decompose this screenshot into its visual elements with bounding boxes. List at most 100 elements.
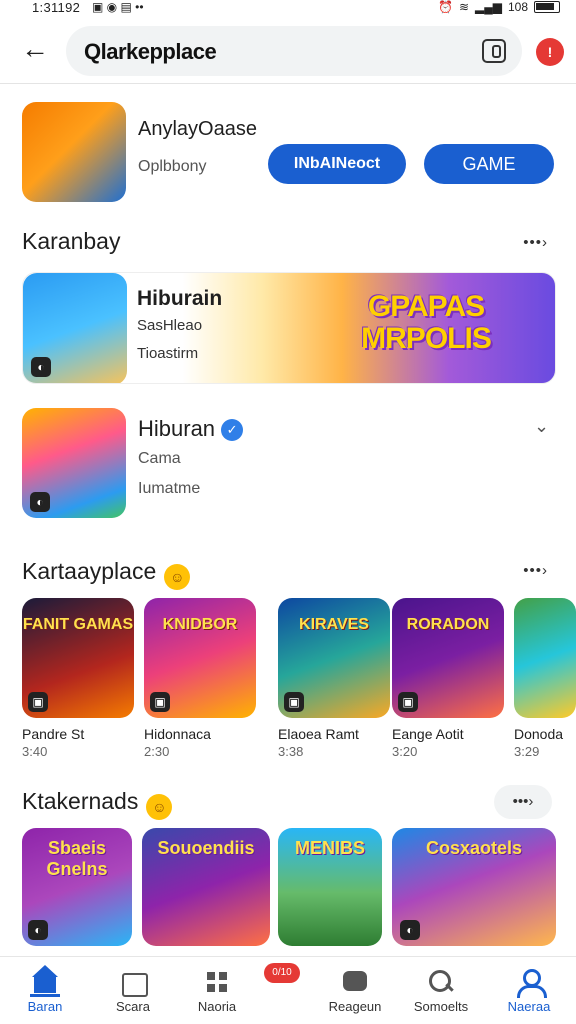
game-art[interactable]: KIRAVES ▣ — [278, 598, 390, 718]
section-2-more-button[interactable]: •••› — [523, 562, 548, 579]
banner-badge-icon: ◐ — [31, 357, 51, 377]
chat-icon — [340, 967, 370, 997]
nav-item-apps[interactable]: Naoria — [172, 963, 262, 1014]
banner-logo: GPAPAS MRPOLIS — [341, 291, 511, 355]
game-name: Eange Aotit — [392, 726, 464, 742]
nav-item-profile[interactable]: Naeraa — [484, 963, 574, 1014]
status-notification-icons: ▣ ◉ ▤ •• — [92, 0, 144, 14]
signal-icon: ▂▄▆ — [475, 0, 502, 14]
section-title-2: Kartaayplace ☺ — [22, 558, 191, 590]
game-art[interactable]: FANIT GAMAS ▣ — [22, 598, 134, 718]
game-card-2[interactable]: MENIBS — [278, 828, 382, 946]
game-art-title: Sbaeis Gnelns — [46, 838, 108, 879]
game-card[interactable]: KIRAVES ▣ Elaoea Ramt 3:38 — [278, 598, 390, 759]
search-input[interactable]: Qlarkepplace — [66, 26, 522, 76]
nav-item-search[interactable]: Somoelts — [396, 963, 486, 1014]
game-card-2[interactable]: Souoendiis — [142, 828, 270, 946]
featured-app-subtitle: Oplbbony — [138, 158, 207, 175]
app-badge-icon: ◐ — [30, 492, 50, 512]
game-button[interactable]: GAME — [424, 144, 554, 184]
store-icon — [118, 967, 148, 997]
wifi-icon: ≋ — [458, 0, 469, 14]
game-meta: 3:20 — [392, 744, 418, 759]
game-card[interactable]: FANIT GAMAS ▣ Pandre St 3:40 — [22, 598, 134, 759]
nav-label: Naoria — [197, 999, 237, 1014]
game-card[interactable]: Donoda 3:29 — [514, 598, 576, 759]
battery-level: 108 — [507, 0, 528, 14]
section-title-2-text: Kartaayplace — [22, 558, 157, 584]
battery-icon — [534, 1, 560, 13]
game-art-title: KIRAVES — [299, 616, 369, 633]
game-meta: 3:40 — [22, 744, 48, 759]
games-row: FANIT GAMAS ▣ Pandre St 3:40 KNIDBOR ▣ H… — [0, 598, 576, 768]
status-right: ⏰ ≋ ▂▄▆ 108 — [438, 0, 560, 14]
nav-label: Scara — [116, 999, 150, 1014]
game-badge-icon: ▣ — [150, 692, 170, 712]
notification-icon[interactable]: ! — [536, 38, 564, 66]
nav-label: Reageun — [328, 999, 382, 1014]
game-meta: 3:29 — [514, 744, 540, 759]
game-badge-icon: ▣ — [398, 692, 418, 712]
app-category: Cama — [138, 450, 181, 467]
banner-caption: Tioastirm — [137, 345, 199, 362]
game-card-2[interactable]: Sbaeis Gnelns ◐ — [22, 828, 132, 946]
game-badge-icon: ▣ — [284, 692, 304, 712]
profile-icon — [514, 967, 547, 998]
install-button[interactable]: INbAINeoct — [268, 144, 406, 184]
game-art-title: Souoendiis — [157, 838, 255, 858]
nav-item-home[interactable]: Baran — [0, 963, 90, 1014]
game-name: Elaoea Ramt — [278, 726, 359, 742]
section-title-3: Ktakernads ☺ — [22, 788, 173, 820]
game-art[interactable]: KNIDBOR ▣ — [144, 598, 256, 718]
verified-icon: ✓ — [221, 419, 244, 441]
app-title: Hiburan ✓ — [138, 416, 244, 442]
nav-label: Somoelts — [413, 999, 469, 1014]
game-name: Donoda — [514, 726, 564, 742]
game-card-2[interactable]: Cosxaotels ◐ — [392, 828, 556, 946]
promo-banner[interactable]: ◐ Hiburain SasHleao Tioastirm GPAPAS MRP… — [22, 272, 556, 384]
section-3-more-button[interactable]: •••› — [494, 785, 552, 819]
game-art-title: KNIDBOR — [162, 616, 238, 633]
bottom-navigation: Baran Scara Naoria 0/10 Reageun Somoelts… — [0, 956, 576, 1024]
nav-item-messages[interactable]: Reageun — [310, 963, 400, 1014]
game-art-title: RORADON — [406, 616, 490, 633]
game-name: Hidonnaca — [144, 726, 211, 742]
home-icon — [30, 965, 60, 997]
game-name: Pandre St — [22, 726, 85, 742]
chevron-down-icon[interactable]: ⌄ — [534, 416, 549, 437]
app-thumbnail[interactable]: ◐ — [22, 408, 126, 518]
game-card[interactable]: RORADON ▣ Eange Aotit 3:20 — [392, 598, 504, 759]
voice-search-icon[interactable] — [482, 39, 506, 63]
game-card[interactable]: KNIDBOR ▣ Hidonnaca 2:30 — [144, 598, 256, 759]
banner-logo-line-2: MRPOLIS — [361, 322, 492, 355]
search-icon — [426, 967, 456, 997]
app-title-text: Hiburan — [138, 416, 216, 441]
status-time: 1:31192 — [32, 0, 81, 15]
game-badge-icon: ◐ — [400, 920, 420, 940]
game-meta: 2:30 — [144, 744, 170, 759]
game-art-title: MENIBS — [294, 838, 365, 858]
search-query: Qlarkepplace — [84, 39, 217, 64]
featured-app-title: AnylayOaase — [138, 118, 257, 140]
alarm-icon: ⏰ — [437, 0, 453, 14]
section-title-1: Karanbay — [22, 228, 121, 254]
game-badge-icon: ◐ — [28, 920, 48, 940]
section-1-more-button[interactable]: •••› — [523, 234, 548, 251]
nav-label: Naeraa — [507, 999, 551, 1014]
nav-label: Baran — [27, 999, 63, 1014]
game-art[interactable]: RORADON ▣ — [392, 598, 504, 718]
game-art[interactable] — [514, 598, 576, 718]
featured-app-thumbnail[interactable] — [22, 102, 126, 202]
apps-grid-icon — [202, 967, 232, 997]
status-bar: 1:31192 ▣ ◉ ▤ •• ⏰ ≋ ▂▄▆ 108 — [0, 0, 576, 16]
emoji-icon: ☺ — [164, 564, 191, 590]
banner-logo-line-1: GPAPAS — [367, 290, 485, 323]
back-arrow-icon[interactable]: ← — [18, 34, 52, 68]
featured-app[interactable]: AnylayOaase Oplbbony INbAINeoct GAME — [0, 100, 576, 210]
banner-title: Hiburain — [137, 287, 223, 310]
game-badge-icon: ▣ — [28, 692, 48, 712]
games-row-2: Sbaeis Gnelns ◐ Souoendiis MENIBS Cosxao… — [0, 828, 576, 948]
nav-item-store[interactable]: Scara — [88, 963, 178, 1014]
game-art-title: Cosxaotels — [425, 838, 523, 858]
banner-thumbnail[interactable]: ◐ — [23, 273, 127, 383]
